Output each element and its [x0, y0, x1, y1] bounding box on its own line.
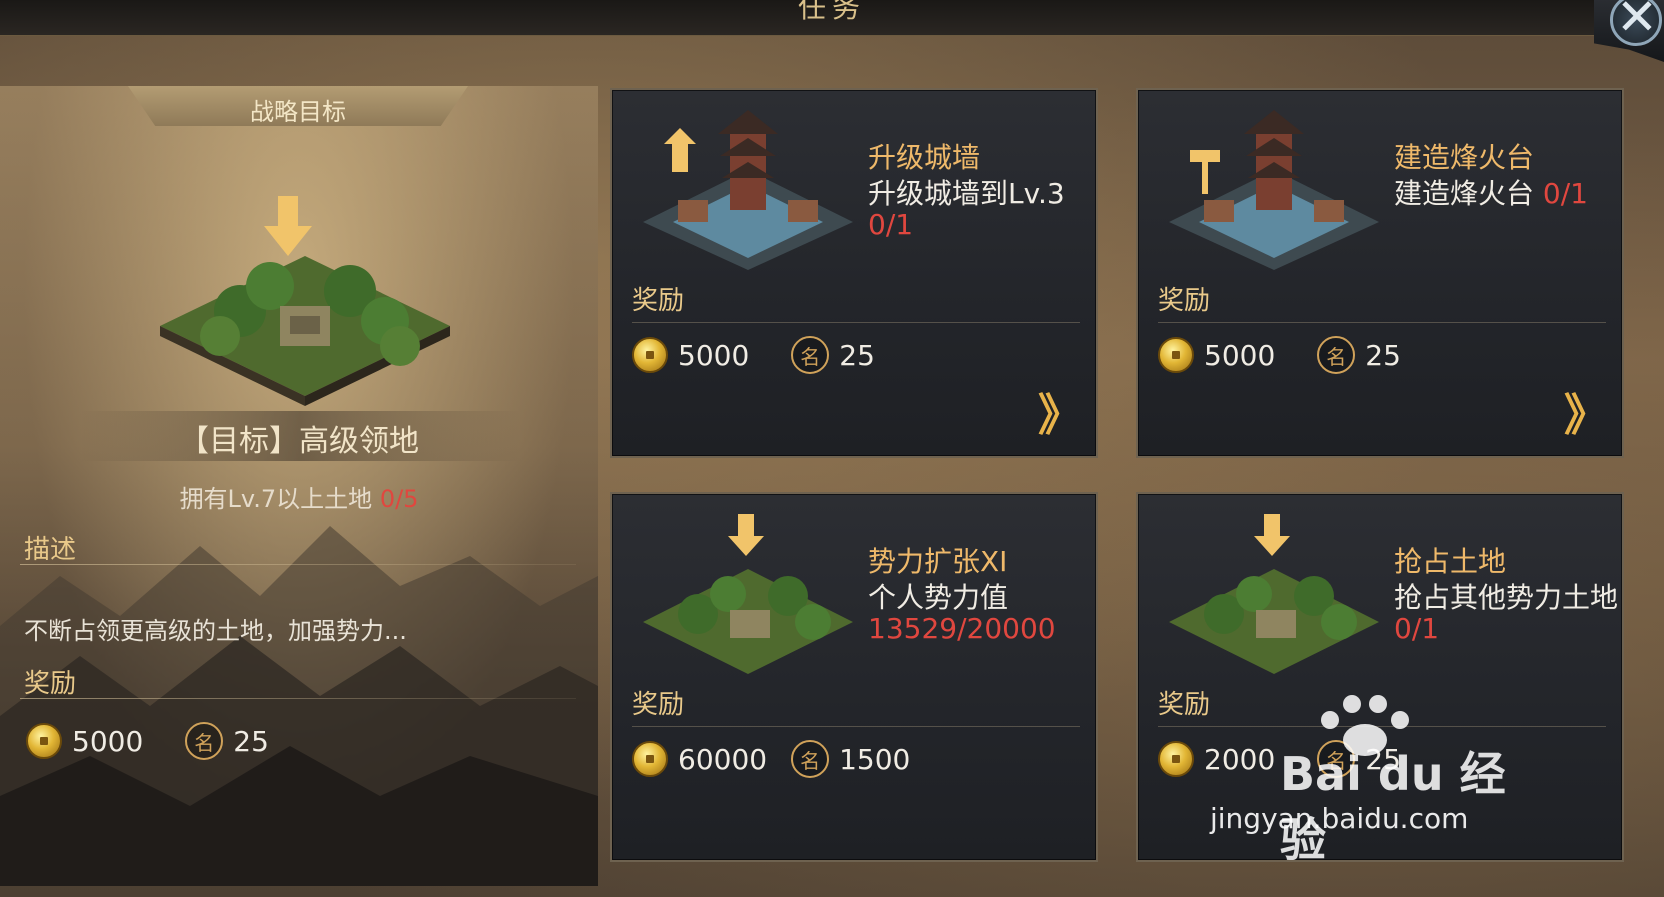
goal-name: 【目标】高级领地: [179, 424, 419, 459]
coin-icon: [632, 741, 668, 777]
goal-rewards: 5000 名 25: [26, 722, 269, 760]
coin-amount: 5000: [72, 724, 144, 758]
card-progress: 0/1: [1542, 177, 1588, 210]
coin-amount: 60000: [678, 742, 768, 776]
card-reward-label: 奖励: [1158, 690, 1211, 720]
card-reward-label: 奖励: [1158, 286, 1211, 316]
coin-amount: 5000: [678, 338, 750, 372]
card-rewards: 5000 名 25: [1158, 336, 1401, 374]
card-rewards: 60000 名 1500: [632, 740, 910, 778]
double-chevron-right-icon[interactable]: 》: [1564, 394, 1608, 438]
territory-art: [1169, 514, 1379, 674]
top-bar: 任务: [0, 0, 1664, 36]
card-subtitle: 个人势力值: [868, 581, 1009, 614]
coin-icon: [26, 723, 62, 759]
coin-icon: [1158, 741, 1194, 777]
card-rewards: 5000 名 25: [632, 336, 875, 374]
goal-condition-progress: 0/5: [379, 485, 419, 513]
coin-icon: [632, 337, 668, 373]
mountain-backdrop: [0, 526, 598, 886]
goal-condition: 拥有Lv.7以上土地 0/5: [0, 479, 598, 514]
goal-condition-text: 拥有Lv.7以上土地: [179, 485, 373, 513]
up-arrow-icon: [664, 128, 696, 172]
card-subtitle: 建造烽火台 0/1: [1394, 172, 1588, 212]
coin-icon: [1158, 337, 1194, 373]
beacon-build-art: [1169, 110, 1379, 270]
reward-divider: [20, 698, 576, 699]
fame-icon: 名: [791, 336, 830, 374]
fame-amount: 1500: [839, 742, 911, 776]
double-chevron-right-icon[interactable]: 》: [1038, 394, 1082, 438]
card-subtitle-text: 建造烽火台: [1394, 177, 1535, 210]
down-arrow-icon: [1254, 514, 1290, 556]
fame-icon: 名: [1317, 336, 1356, 374]
wall-upgrade-art: [643, 110, 853, 270]
down-arrow-icon: [728, 514, 764, 556]
down-arrow-icon: [264, 196, 312, 256]
card-reward-label: 奖励: [632, 286, 685, 316]
card-title: 抢占土地: [1394, 545, 1507, 578]
task-card-build-beacon[interactable]: 建造烽火台 建造烽火台 0/1 奖励 5000 名 25 》: [1136, 88, 1624, 458]
territory-art: [160, 196, 450, 406]
fame-icon: 名: [791, 740, 830, 778]
card-divider: [632, 322, 1080, 323]
card-progress: 0/1: [868, 208, 914, 241]
card-title: 建造烽火台: [1394, 141, 1535, 174]
card-reward-label: 奖励: [632, 690, 685, 720]
card-divider: [632, 726, 1080, 727]
goal-tab-label: 战略目标: [250, 98, 346, 126]
close-icon: ✕: [1616, 0, 1658, 46]
card-subtitle: 抢占其他势力土地: [1394, 581, 1619, 614]
coin-amount: 5000: [1204, 338, 1276, 372]
baidu-watermark: Bai du 经验 jingyan.baidu.com: [1210, 690, 1510, 867]
desc-text: 不断占领更高级的土地，加强势力...: [24, 617, 407, 645]
strategic-goal-panel: 战略目标 【目标】高级领地 拥有Lv.7以上土地 0/5 描述 不断占领更高级的…: [0, 86, 598, 886]
reward-label: 奖励: [24, 669, 77, 699]
page-title: 任务: [797, 0, 866, 24]
card-divider: [1158, 322, 1606, 323]
card-subtitle: 升级城墙到Lv.3: [868, 177, 1065, 210]
watermark-url: jingyan.baidu.com: [1210, 802, 1469, 835]
card-progress: 13529/20000: [868, 612, 1056, 645]
task-card-expand-power[interactable]: 势力扩张XI 个人势力值 13529/20000 奖励 60000 名 1500: [610, 492, 1098, 862]
territory-art: [643, 514, 853, 674]
task-card-upgrade-wall[interactable]: 升级城墙 升级城墙到Lv.3 0/1 奖励 5000 名 25 》: [610, 88, 1098, 458]
fame-amount: 25: [1365, 338, 1401, 372]
desc-label: 描述: [24, 535, 77, 565]
fame-amount: 25: [839, 338, 875, 372]
card-title: 势力扩张XI: [868, 545, 1008, 578]
fame-amount: 25: [233, 724, 269, 758]
desc-divider: [20, 564, 576, 565]
card-progress: 0/1: [1394, 612, 1440, 645]
card-title: 升级城墙: [868, 141, 981, 174]
fame-icon: 名: [185, 722, 224, 760]
